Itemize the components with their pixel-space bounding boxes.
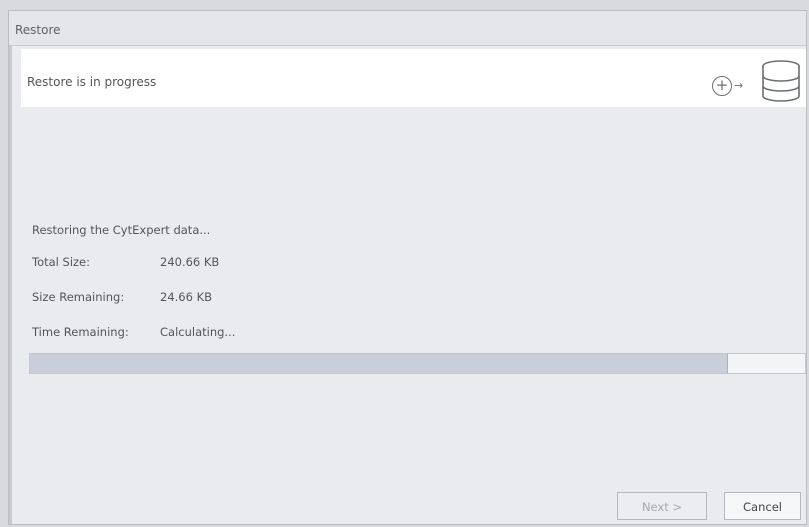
size-remaining-value: 24.66 KB — [160, 290, 213, 304]
size-remaining-label: Size Remaining: — [32, 290, 125, 304]
size-remaining-row: Size Remaining: 24.66 KB — [32, 290, 212, 304]
window-title: Restore — [15, 23, 61, 37]
plus-circle-icon: + — [712, 76, 732, 96]
header-panel: Restore is in progress + → — [21, 49, 806, 107]
total-size-label: Total Size: — [32, 255, 90, 269]
time-remaining-value: Calculating... — [160, 325, 236, 339]
time-remaining-label: Time Remaining: — [32, 325, 129, 339]
time-remaining-row: Time Remaining: Calculating... — [32, 325, 235, 339]
database-icon — [762, 60, 800, 102]
total-size-value: 240.66 KB — [160, 255, 220, 269]
progress-bar — [29, 353, 806, 374]
progress-fill — [30, 354, 728, 373]
header-text: Restore is in progress — [27, 75, 157, 89]
restore-dialog: Restore Restore is in progress + → Resto… — [8, 10, 807, 525]
left-border — [9, 45, 12, 524]
status-text: Restoring the CytExpert data... — [32, 223, 211, 237]
cancel-button[interactable]: Cancel — [724, 492, 801, 520]
title-bar: Restore — [9, 11, 806, 46]
total-size-row: Total Size: 240.66 KB — [32, 255, 219, 269]
next-button[interactable]: Next > — [617, 492, 707, 520]
header-icons: + → — [704, 57, 804, 105]
arrow-icon: → — [734, 79, 744, 92]
